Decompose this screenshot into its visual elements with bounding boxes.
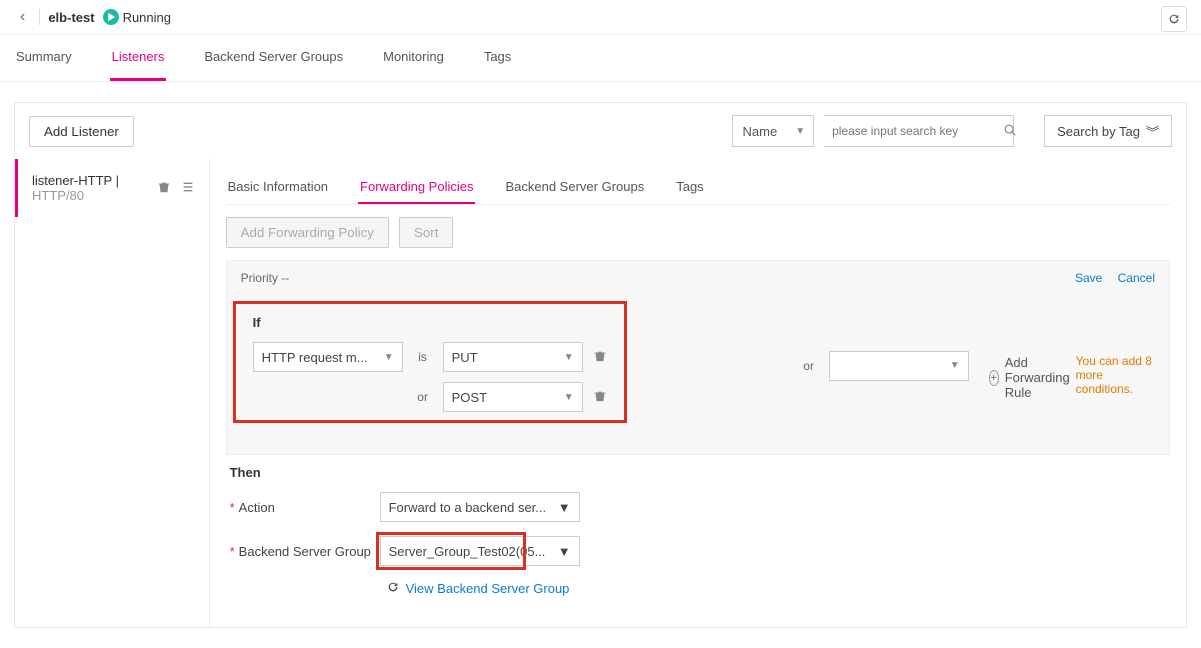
subtab-backend-server-groups[interactable]: Backend Server Groups — [503, 171, 646, 204]
search-by-tag-button[interactable]: Search by Tag ︾ — [1044, 115, 1172, 147]
caret-down-icon: ▼ — [787, 126, 813, 137]
panel-body: listener-HTTP | HTTP/80 — [15, 159, 1186, 627]
tab-monitoring[interactable]: Monitoring — [381, 35, 446, 81]
add-forwarding-policy-button[interactable]: Add Forwarding Policy — [226, 217, 389, 248]
back-chevron-icon[interactable]: ‹ — [14, 8, 31, 26]
view-bsg-row: View Backend Server Group — [380, 580, 1166, 597]
rule-row-2: or POST ▼ — [253, 382, 607, 412]
subtab-forwarding-policies[interactable]: Forwarding Policies — [358, 171, 475, 204]
listener-separator: | — [116, 173, 119, 188]
main-tabs: Summary Listeners Backend Server Groups … — [0, 35, 1201, 82]
required-star-icon: * — [230, 500, 235, 515]
bsg-select[interactable]: Server_Group_Test02(05... ▼ — [380, 536, 580, 566]
add-rule-label: Add Forwarding Rule — [1005, 355, 1076, 400]
refresh-bsg-icon[interactable] — [386, 580, 400, 597]
caret-down-icon: ▼ — [558, 544, 571, 559]
divider — [39, 9, 40, 25]
listeners-panel: Add Listener Name ▼ Search by Tag ︾ — [14, 102, 1187, 628]
action-value: Forward to a backend ser... — [389, 500, 547, 515]
listener-label: listener-HTTP | HTTP/80 — [32, 173, 157, 203]
search-icon[interactable] — [995, 123, 1025, 140]
search-input-wrap — [824, 115, 1014, 147]
delete-listener-icon[interactable] — [157, 180, 171, 197]
then-bsg-row: *Backend Server Group Server_Group_Test0… — [230, 536, 1166, 566]
caret-down-icon: ▼ — [564, 352, 574, 363]
status-badge: Running — [103, 9, 171, 25]
refresh-button[interactable] — [1161, 6, 1187, 32]
double-chevron-down-icon: ︾ — [1146, 122, 1159, 141]
bsg-label: *Backend Server Group — [230, 544, 380, 559]
workspace: Add Listener Name ▼ Search by Tag ︾ — [0, 82, 1201, 648]
caret-down-icon: ▼ — [564, 392, 574, 403]
caret-down-icon: ▼ — [950, 360, 960, 371]
filter-field-label: Name — [733, 124, 788, 139]
if-title: If — [253, 315, 607, 330]
conditions-hint: You can add 8 more conditions. — [1076, 354, 1155, 396]
play-icon — [103, 9, 119, 25]
save-link[interactable]: Save — [1075, 271, 1102, 285]
listener-menu-icon[interactable] — [181, 180, 195, 197]
bsg-value: Server_Group_Test02(05... — [389, 544, 546, 559]
delete-condition-icon[interactable] — [593, 389, 607, 406]
policy-body: If HTTP request m... ▼ is PUT ▼ — [226, 295, 1170, 455]
tab-summary[interactable]: Summary — [14, 35, 74, 81]
add-forwarding-rule-button[interactable]: + Add Forwarding Rule — [989, 355, 1076, 400]
view-bsg-link[interactable]: View Backend Server Group — [406, 581, 570, 596]
listener-item[interactable]: listener-HTTP | HTTP/80 — [15, 159, 209, 217]
status-text: Running — [123, 10, 171, 25]
cancel-link[interactable]: Cancel — [1118, 271, 1155, 285]
priority-label: Priority -- — [241, 271, 290, 285]
match-type-select[interactable]: HTTP request m... ▼ — [253, 342, 403, 372]
sub-tabs: Basic Information Forwarding Policies Ba… — [226, 159, 1170, 205]
tab-backend-server-groups[interactable]: Backend Server Groups — [202, 35, 345, 81]
listener-list: listener-HTTP | HTTP/80 — [15, 159, 210, 627]
then-section: Then *Action Forward to a backend ser...… — [226, 455, 1170, 607]
policy-header: Priority -- Save Cancel — [226, 260, 1170, 295]
filter-field-select[interactable]: Name ▼ — [732, 115, 815, 147]
operator-or-2: or — [799, 359, 819, 373]
listener-detail: Basic Information Forwarding Policies Ba… — [210, 159, 1186, 627]
caret-down-icon: ▼ — [384, 352, 394, 363]
add-listener-button[interactable]: Add Listener — [29, 116, 134, 147]
value-1: PUT — [452, 350, 478, 365]
rule-row-1: HTTP request m... ▼ is PUT ▼ — [253, 342, 607, 372]
tab-listeners[interactable]: Listeners — [110, 35, 167, 81]
caret-down-icon: ▼ — [558, 500, 571, 515]
operator-or-1: or — [413, 390, 433, 404]
match-type-value: HTTP request m... — [262, 350, 368, 365]
panel-toolbar: Add Listener Name ▼ Search by Tag ︾ — [15, 103, 1186, 159]
operator-is: is — [413, 350, 433, 364]
then-action-row: *Action Forward to a backend ser... ▼ — [230, 492, 1166, 522]
then-title: Then — [230, 465, 1166, 480]
required-star-icon: * — [230, 544, 235, 559]
if-section: If HTTP request m... ▼ is PUT ▼ — [241, 305, 619, 436]
tab-tags[interactable]: Tags — [482, 35, 513, 81]
action-select[interactable]: Forward to a backend ser... ▼ — [380, 492, 580, 522]
delete-condition-icon[interactable] — [593, 349, 607, 366]
value-select-2[interactable]: POST ▼ — [443, 382, 583, 412]
value-select-1[interactable]: PUT ▼ — [443, 342, 583, 372]
listener-protocol: HTTP/80 — [32, 188, 84, 203]
page-header: ‹ elb-test Running — [0, 0, 1201, 35]
value-2: POST — [452, 390, 487, 405]
plus-circle-icon: + — [989, 370, 999, 386]
search-by-tag-label: Search by Tag — [1057, 124, 1140, 139]
subtab-basic-information[interactable]: Basic Information — [226, 171, 330, 204]
value-select-3[interactable]: ▼ — [829, 351, 969, 381]
rule-row-3: or ▼ — [639, 305, 969, 426]
resource-name: elb-test — [48, 10, 94, 25]
sort-button[interactable]: Sort — [399, 217, 453, 248]
policy-actions: Add Forwarding Policy Sort — [226, 205, 1170, 260]
listener-name: listener-HTTP — [32, 173, 112, 188]
search-input[interactable] — [824, 124, 995, 138]
action-label: *Action — [230, 500, 380, 515]
subtab-tags[interactable]: Tags — [674, 171, 705, 204]
